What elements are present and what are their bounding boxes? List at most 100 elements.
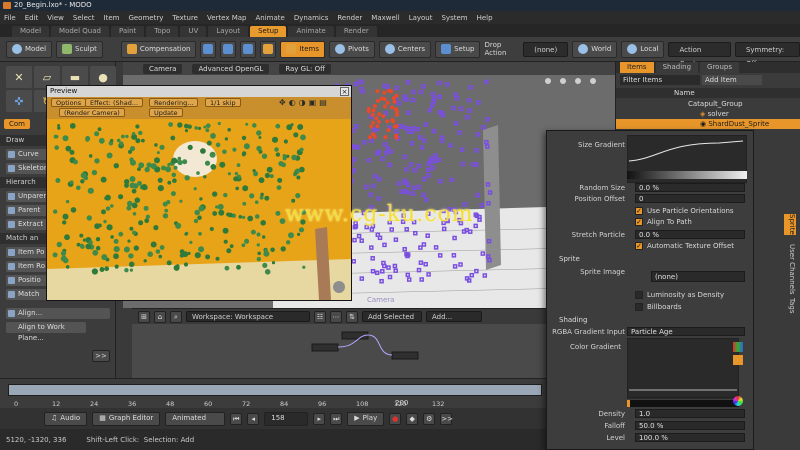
menu-item-texture[interactable]: Texture	[172, 14, 198, 22]
next-key-icon[interactable]: ▸	[313, 412, 326, 425]
stretch-particle-field[interactable]: 0.0 %	[635, 230, 745, 239]
keyframe-icon[interactable]: ◆	[406, 412, 419, 425]
edges-mode-button[interactable]	[220, 40, 237, 58]
color-wheel-icon[interactable]	[733, 396, 743, 406]
layout-tab-model-quad[interactable]: Model Quad	[51, 26, 109, 37]
size-gradient-graph[interactable]	[627, 135, 747, 183]
left-panel-more-button[interactable]: >>	[92, 350, 110, 362]
layout-tab-uv[interactable]: UV	[180, 26, 207, 37]
use-particle-orientations-checkbox[interactable]: ✓	[635, 207, 643, 215]
menu-item-edit[interactable]: Edit	[25, 14, 39, 22]
viewport-camera-dropdown[interactable]: Camera	[143, 63, 183, 74]
layout-tab-setup[interactable]: Setup	[250, 26, 287, 37]
preview-window[interactable]: Preview × Options Effect: (Shad... Rende…	[46, 85, 352, 301]
commands-tab[interactable]: Com	[4, 119, 30, 129]
workspace-dropdown[interactable]: Workspace: Workspace	[186, 311, 310, 322]
menu-item-help[interactable]: Help	[477, 14, 493, 22]
schematic-home-icon[interactable]: ⌂	[154, 310, 166, 323]
sprite-section-header[interactable]: Sprite	[559, 255, 580, 263]
preview-close-button[interactable]: ×	[340, 87, 349, 96]
luminosity-as-density-checkbox[interactable]	[635, 291, 643, 299]
tab-sprite[interactable]: Sprite	[784, 214, 796, 235]
align-button[interactable]: Align...	[6, 308, 110, 319]
position-offset-field[interactable]: 0	[635, 194, 745, 203]
items-mode-button[interactable]: Items	[280, 40, 326, 58]
preview-title-bar[interactable]: Preview	[47, 86, 351, 97]
density-field[interactable]: 1.0	[635, 409, 745, 418]
shading-section-header[interactable]: Shading	[559, 316, 587, 324]
automatic-texture-offset-checkbox[interactable]: ✓	[635, 242, 643, 250]
schematic-node[interactable]	[391, 351, 419, 360]
sprite-image-dropdown[interactable]: (none)	[651, 271, 745, 282]
go-end-icon[interactable]: ⏭	[330, 412, 343, 425]
current-frame-field[interactable]: 158	[264, 411, 309, 426]
menu-item-dynamics[interactable]: Dynamics	[294, 14, 329, 22]
menu-item-animate[interactable]: Animate	[255, 14, 284, 22]
schematic-layout-icon[interactable]: ☷	[314, 310, 326, 323]
add-item-button[interactable]: Add Item	[702, 75, 762, 85]
preview-effect-dropdown[interactable]: Effect: (Shad...	[85, 98, 144, 107]
graph-editor-button[interactable]: ▦ Graph Editor	[92, 411, 161, 426]
symmetry-dropdown[interactable]: Symmetry: Off	[734, 41, 800, 68]
schematic-search-icon[interactable]: ⌕	[170, 310, 182, 323]
polygons-mode-button[interactable]	[240, 40, 257, 58]
preview-skip-dropdown[interactable]: 1/1 skip	[205, 98, 241, 107]
tab-shading[interactable]: Shading	[655, 62, 699, 73]
list-item[interactable]: ◉ ShardDust_Sprite	[616, 119, 800, 129]
add-selected-button[interactable]: Add Selected	[362, 311, 422, 322]
pan-icon[interactable]	[560, 78, 566, 84]
gradient-preset-icon[interactable]	[733, 355, 743, 365]
preview-update-button[interactable]: Update	[149, 108, 183, 117]
layout-tab-animate[interactable]: Animate	[288, 26, 334, 37]
schematic-panel[interactable]: ⊞ ⌂ ⌕ Workspace: Workspace ☷ ⋯ ⇅ Add Sel…	[132, 308, 546, 378]
setup-button[interactable]: Setup	[435, 40, 481, 58]
preview-camera-dropdown[interactable]: (Render Camera)	[59, 108, 125, 117]
color-gradient-graph[interactable]	[627, 338, 739, 408]
menu-item-layout[interactable]: Layout	[409, 14, 433, 22]
go-start-icon[interactable]: ⏮	[230, 412, 243, 425]
layout-tab-layout[interactable]: Layout	[208, 26, 249, 37]
layout-tab-paint[interactable]: Paint	[110, 26, 145, 37]
tab-groups[interactable]: Groups	[700, 62, 739, 73]
viewport-shading-dropdown[interactable]: Advanced OpenGL	[192, 63, 270, 74]
menu-item-select[interactable]: Select	[73, 14, 95, 22]
level-field[interactable]: 100.0 %	[635, 433, 745, 442]
schematic-arrange-icon[interactable]: ⇅	[346, 310, 358, 323]
schematic-node[interactable]	[311, 343, 339, 352]
zoom-icon[interactable]	[545, 78, 551, 84]
animated-dropdown[interactable]: Animated	[165, 411, 226, 426]
rgba-gradient-input-dropdown[interactable]: Particle Age	[627, 327, 745, 336]
playbar-more-button[interactable]: >>	[440, 412, 453, 425]
compensation-button[interactable]: Compensation	[120, 40, 197, 58]
menu-item-file[interactable]: File	[4, 14, 16, 22]
menu-item-render[interactable]: Render	[337, 14, 362, 22]
transform-tool-icon[interactable]: ✜	[6, 90, 32, 112]
menu-item-system[interactable]: System	[441, 14, 467, 22]
record-icon[interactable]: ●	[389, 412, 402, 425]
local-button[interactable]: Local	[621, 40, 665, 58]
list-item[interactable]: ◈ solver	[616, 109, 800, 119]
add-node-dropdown[interactable]: Add...	[426, 311, 482, 322]
world-button[interactable]: World	[572, 40, 618, 58]
menu-item-maxwell[interactable]: Maxwell	[371, 14, 399, 22]
auto-key-icon[interactable]: ⚙	[423, 412, 436, 425]
layout-tab-topo[interactable]: Topo	[146, 26, 179, 37]
menu-item-item[interactable]: Item	[104, 14, 120, 22]
ray-gl-toggle[interactable]: Ray GL: Off	[279, 63, 331, 74]
random-size-field[interactable]: 0.0 %	[635, 183, 745, 192]
schematic-fit-icon[interactable]: ⊞	[138, 310, 150, 323]
list-item[interactable]: Catapult_Group	[616, 99, 800, 109]
layout-tab-model[interactable]: Model	[12, 26, 50, 37]
maximize-view-icon[interactable]	[590, 78, 596, 84]
falloff-field[interactable]: 50.0 %	[635, 421, 745, 430]
tab-tags[interactable]: Tags	[784, 298, 796, 314]
menu-item-vertex-map[interactable]: Vertex Map	[207, 14, 247, 22]
menu-item-geometry[interactable]: Geometry	[128, 14, 163, 22]
sculpt-mode-button[interactable]: Sculpt	[56, 40, 103, 58]
model-mode-button[interactable]: Model	[6, 40, 53, 58]
play-button[interactable]: ▶ Play	[347, 411, 385, 426]
centers-button[interactable]: Centers	[378, 40, 432, 58]
action-center-dropdown[interactable]: Action Center	[668, 41, 731, 68]
materials-mode-button[interactable]	[260, 40, 277, 58]
tab-user-channels[interactable]: User Channels	[784, 244, 796, 295]
